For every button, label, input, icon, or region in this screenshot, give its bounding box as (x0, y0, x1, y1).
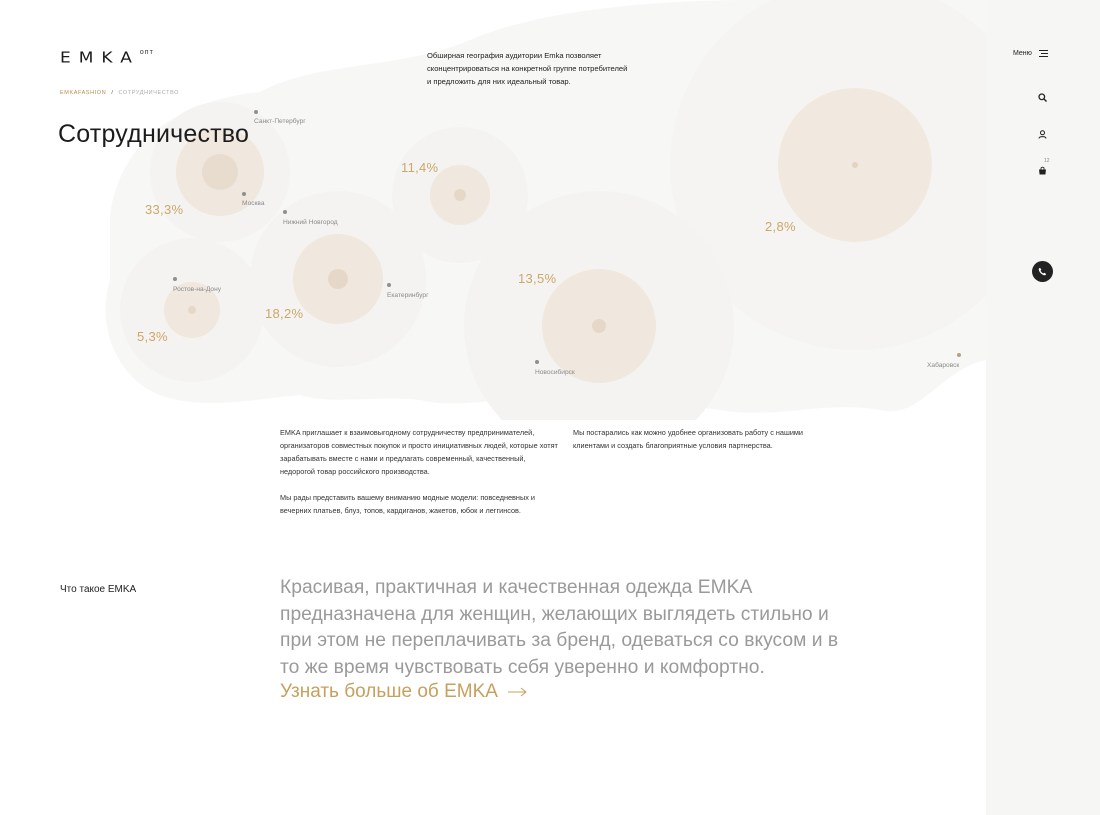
logo[interactable]: EMKA опт (60, 48, 154, 68)
about-label: Что такое EMKA (60, 584, 137, 595)
partnership-left-column: EMKA приглашает к взаимовыгодному сотруд… (280, 426, 560, 530)
city-label-moscow: Москва (242, 200, 265, 207)
city-dot (254, 110, 258, 114)
percent-label: 2,8% (765, 219, 796, 234)
city-dot (535, 360, 539, 364)
menu-button[interactable]: Меню (1013, 50, 1048, 57)
percent-label: 18,2% (265, 306, 304, 321)
hamburger-icon (1038, 50, 1048, 57)
percent-label: 33,3% (145, 202, 184, 217)
learn-more-label: Узнать больше об EMKA (280, 681, 498, 702)
city-label-rostov: Ростов-на-Дону (173, 286, 222, 293)
search-icon[interactable] (1035, 90, 1049, 104)
page-title: Сотрудничество (58, 120, 250, 148)
city-label-nsk: Новосибирск (535, 369, 575, 376)
city-label-ekb: Екатеринбург (387, 292, 429, 299)
logo-word: EMKA (60, 49, 140, 67)
breadcrumb: EMKAFASHION / СОТРУДНИЧЕСТВО (60, 90, 179, 96)
breadcrumb-home-link[interactable]: EMKAFASHION (60, 90, 106, 96)
breadcrumb-current: СОТРУДНИЧЕСТВО (118, 90, 180, 96)
paragraph: EMKA приглашает к взаимовыгодному сотруд… (280, 428, 558, 476)
arrow-right-icon (507, 687, 527, 697)
percent-label: 11,4% (401, 160, 439, 175)
about-text: Красивая, практичная и качественная одеж… (280, 577, 839, 678)
breadcrumb-separator: / (111, 90, 114, 96)
city-dot (387, 283, 391, 287)
city-label-khabarovsk: Хабаровск (927, 362, 960, 369)
learn-more-link[interactable]: Узнать больше об EMKA (280, 681, 528, 703)
city-dot (173, 277, 177, 281)
percent-label: 5,3% (137, 329, 168, 344)
city-dot (283, 210, 287, 214)
bubble-south (120, 238, 264, 382)
city-label-spb: Санкт-Петербург (254, 118, 306, 125)
city-label-nn: Нижний Новгород (283, 219, 338, 226)
sidebar (986, 0, 1100, 815)
menu-label: Меню (1013, 50, 1032, 57)
main-area: Санкт-Петербург Москва Нижний Новгород Р… (0, 0, 986, 815)
paragraph: Мы постарались как можно удобнее организ… (573, 428, 803, 450)
bubble-center (250, 191, 426, 367)
city-dot (242, 192, 246, 196)
phone-button[interactable] (1032, 261, 1053, 282)
cart-icon[interactable] (1035, 163, 1049, 177)
paragraph: Мы рады представить вашему вниманию модн… (280, 493, 535, 515)
logo-sub: опт (139, 49, 154, 56)
phone-icon (1038, 267, 1047, 276)
user-icon[interactable] (1035, 127, 1049, 141)
partnership-right-column: Мы постарались как можно удобнее организ… (573, 426, 823, 465)
city-dot (957, 353, 961, 357)
percent-label: 13,5% (518, 271, 557, 286)
intro-text: Обширная география аудитории Emka позвол… (427, 51, 628, 86)
